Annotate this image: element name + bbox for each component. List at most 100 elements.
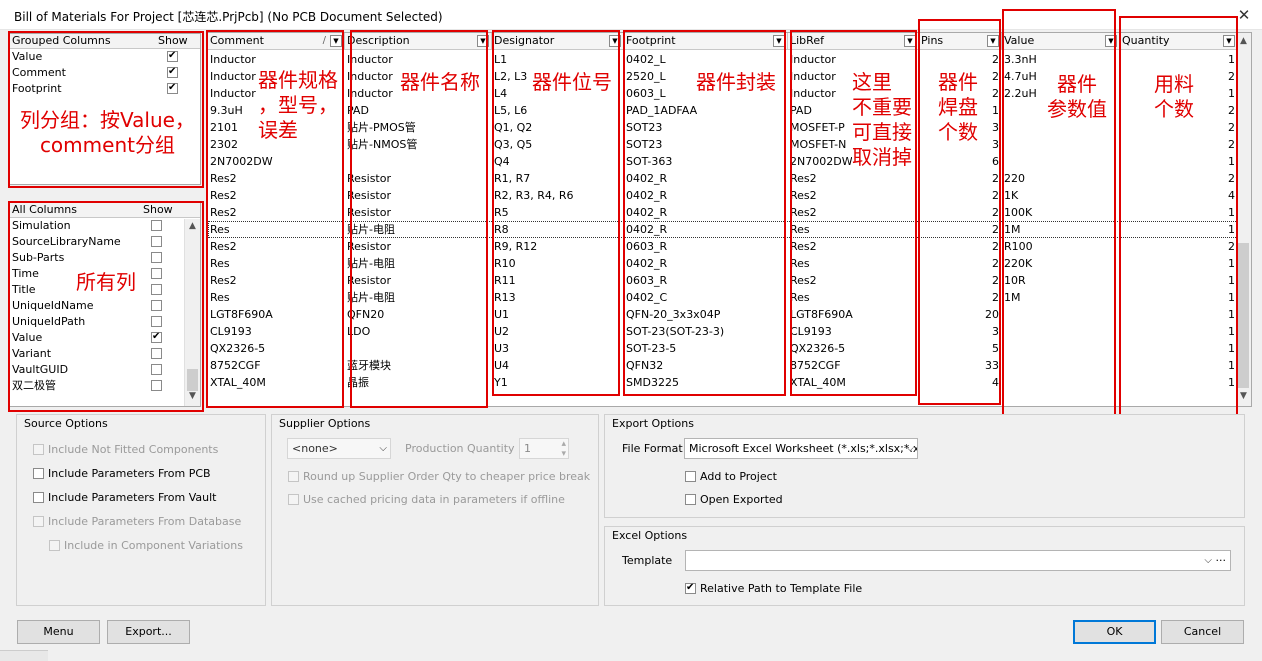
- production-quantity-input[interactable]: 1 ▴ ▾: [519, 438, 569, 459]
- show-checkbox[interactable]: [151, 252, 162, 263]
- show-checkbox[interactable]: [167, 81, 178, 95]
- scroll-down-icon[interactable]: ▼: [1236, 391, 1251, 401]
- show-checkbox[interactable]: [151, 300, 162, 311]
- relative-path-option[interactable]: Relative Path to Template File: [685, 581, 862, 597]
- show-checkbox[interactable]: [167, 65, 178, 79]
- ok-button[interactable]: OK: [1073, 620, 1156, 644]
- export-button[interactable]: Export...: [107, 620, 190, 644]
- more-icon[interactable]: ···: [1216, 551, 1227, 570]
- open-exported-option[interactable]: Open Exported: [685, 492, 783, 508]
- source-option-checkbox[interactable]: [49, 539, 60, 551]
- filter-dropdown-icon[interactable]: ▼: [330, 35, 342, 47]
- template-select[interactable]: ⌵ ···: [685, 550, 1231, 571]
- table-row[interactable]: 2N7002DW Q4 SOT-363 2N7002DW 6 1: [208, 153, 1238, 170]
- column-list-item[interactable]: Footprint: [10, 81, 200, 97]
- filter-dropdown-icon[interactable]: ▼: [987, 35, 999, 47]
- column-header-designator[interactable]: Designator ▼: [492, 33, 624, 50]
- show-checkbox[interactable]: [151, 268, 162, 279]
- column-header-description[interactable]: Description ▼: [345, 33, 492, 50]
- column-header-value[interactable]: Value ▼: [1002, 33, 1120, 50]
- source-option[interactable]: Include Parameters From Vault: [33, 490, 217, 506]
- table-cell-pins: 33: [985, 359, 999, 372]
- table-row[interactable]: 8752CGF 蓝牙模块 U4 QFN32 8752CGF 33 1: [208, 357, 1238, 374]
- all-columns-scrollbar[interactable]: ▲ ▼: [184, 219, 200, 406]
- supplier-select[interactable]: <none> ⌵: [287, 438, 391, 459]
- column-list-item[interactable]: Value: [10, 49, 200, 65]
- table-row[interactable]: Res2 Resistor R11 0603_R Res2 2 10R 1: [208, 272, 1238, 289]
- cancel-button[interactable]: Cancel: [1161, 620, 1244, 644]
- source-option[interactable]: Include Parameters From PCB: [33, 466, 211, 482]
- source-option[interactable]: Include Not Fitted Components: [33, 442, 218, 458]
- table-row[interactable]: Inductor Inductor L1 0402_L Inductor 2 3.3nH 1: [208, 51, 1238, 68]
- show-checkbox[interactable]: [167, 49, 178, 63]
- show-checkbox[interactable]: [151, 330, 162, 344]
- cached-pricing-option[interactable]: Use cached pricing data in parameters if…: [288, 492, 565, 508]
- column-list-item[interactable]: SourceLibraryName: [10, 234, 200, 250]
- source-option-checkbox[interactable]: [33, 443, 44, 455]
- column-header-footprint[interactable]: Footprint ▼: [624, 33, 788, 50]
- table-cell-description: QFN20: [347, 308, 385, 321]
- table-row[interactable]: Res2 Resistor R2, R3, R4, R6 0402_R Res2 2 1K 4: [208, 187, 1238, 204]
- scroll-up-icon[interactable]: ▲: [185, 221, 200, 231]
- filter-dropdown-icon[interactable]: ▼: [477, 35, 489, 47]
- source-option-checkbox[interactable]: [33, 467, 44, 479]
- add-to-project-option[interactable]: Add to Project: [685, 469, 777, 485]
- show-checkbox[interactable]: [151, 236, 162, 247]
- table-row[interactable]: Res2 Resistor R5 0402_R Res2 2 100K 1: [208, 204, 1238, 221]
- stepper-icon[interactable]: ▴ ▾: [561, 439, 566, 459]
- scrollbar-thumb[interactable]: [187, 369, 198, 391]
- table-row[interactable]: QX2326-5 U3 SOT-23-5 QX2326-5 5 1: [208, 340, 1238, 357]
- table-row[interactable]: Res2 Resistor R1, R7 0402_R Res2 2 220 2: [208, 170, 1238, 187]
- column-list-item[interactable]: Variant: [10, 346, 200, 362]
- show-checkbox[interactable]: [151, 220, 162, 231]
- scroll-down-icon[interactable]: ▼: [185, 391, 200, 401]
- table-row[interactable]: 2302 贴片-NMOS管 Q3, Q5 SOT23 MOSFET-N 3 2: [208, 136, 1238, 153]
- add-to-project-checkbox[interactable]: [685, 470, 696, 482]
- column-list-item[interactable]: 双二极管: [10, 378, 200, 394]
- column-header-quantity[interactable]: Quantity ▼: [1120, 33, 1238, 50]
- source-option-checkbox[interactable]: [33, 515, 44, 527]
- filter-dropdown-icon[interactable]: ▼: [609, 35, 621, 47]
- filter-dropdown-icon[interactable]: ▼: [1223, 35, 1235, 47]
- scrollbar-thumb[interactable]: [1238, 243, 1249, 388]
- table-cell-libref: XTAL_40M: [790, 376, 846, 389]
- column-list-item[interactable]: Comment: [10, 65, 200, 81]
- show-checkbox[interactable]: [151, 380, 162, 391]
- column-header-pins[interactable]: Pins ▼: [919, 33, 1002, 50]
- column-header-comment[interactable]: Comment / ▼: [208, 33, 345, 50]
- table-row[interactable]: CL9193 LDO U2 SOT-23(SOT-23-3) CL9193 3 1: [208, 323, 1238, 340]
- source-option[interactable]: Include in Component Variations: [49, 538, 243, 554]
- column-list-item[interactable]: UniqueIdName: [10, 298, 200, 314]
- table-row[interactable]: Res 贴片-电阻 R8 0402_R Res 2 1M 1: [208, 221, 1238, 238]
- table-row[interactable]: Res 贴片-电阻 R10 0402_R Res 2 220K 1: [208, 255, 1238, 272]
- column-list-item[interactable]: Sub-Parts: [10, 250, 200, 266]
- table-row[interactable]: XTAL_40M 晶振 Y1 SMD3225 XTAL_40M 4 1: [208, 374, 1238, 391]
- column-list-item[interactable]: Simulation: [10, 218, 200, 234]
- column-list-item[interactable]: UniqueIdPath: [10, 314, 200, 330]
- filter-dropdown-icon[interactable]: ▼: [1105, 35, 1117, 47]
- table-row[interactable]: Res 贴片-电阻 R13 0402_C Res 2 1M 1: [208, 289, 1238, 306]
- show-checkbox[interactable]: [151, 316, 162, 327]
- close-icon[interactable]: ✕: [1234, 5, 1254, 25]
- cached-pricing-checkbox[interactable]: [288, 493, 299, 505]
- menu-button[interactable]: Menu: [17, 620, 100, 644]
- column-list-item[interactable]: VaultGUID: [10, 362, 200, 378]
- round-up-option[interactable]: Round up Supplier Order Qty to cheaper p…: [288, 469, 590, 485]
- round-up-checkbox[interactable]: [288, 470, 299, 482]
- filter-dropdown-icon[interactable]: ▼: [773, 35, 785, 47]
- column-header-libref[interactable]: LibRef ▼: [788, 33, 919, 50]
- show-checkbox[interactable]: [151, 284, 162, 295]
- filter-dropdown-icon[interactable]: ▼: [904, 35, 916, 47]
- table-row[interactable]: Res2 Resistor R9, R12 0603_R Res2 2 R100 2: [208, 238, 1238, 255]
- relative-path-checkbox[interactable]: [685, 581, 696, 595]
- show-checkbox[interactable]: [151, 348, 162, 359]
- bom-table-scrollbar[interactable]: ▲ ▼: [1236, 33, 1251, 406]
- file-format-select[interactable]: Microsoft Excel Worksheet (*.xls;*.xlsx;…: [684, 438, 918, 459]
- source-option-checkbox[interactable]: [33, 491, 44, 503]
- column-list-item[interactable]: Value: [10, 330, 200, 346]
- open-exported-checkbox[interactable]: [685, 493, 696, 505]
- scroll-up-icon[interactable]: ▲: [1236, 36, 1251, 46]
- table-row[interactable]: LGT8F690A QFN20 U1 QFN-20_3x3x04P LGT8F690A 2…: [208, 306, 1238, 323]
- source-option[interactable]: Include Parameters From Database: [33, 514, 241, 530]
- show-checkbox[interactable]: [151, 364, 162, 375]
